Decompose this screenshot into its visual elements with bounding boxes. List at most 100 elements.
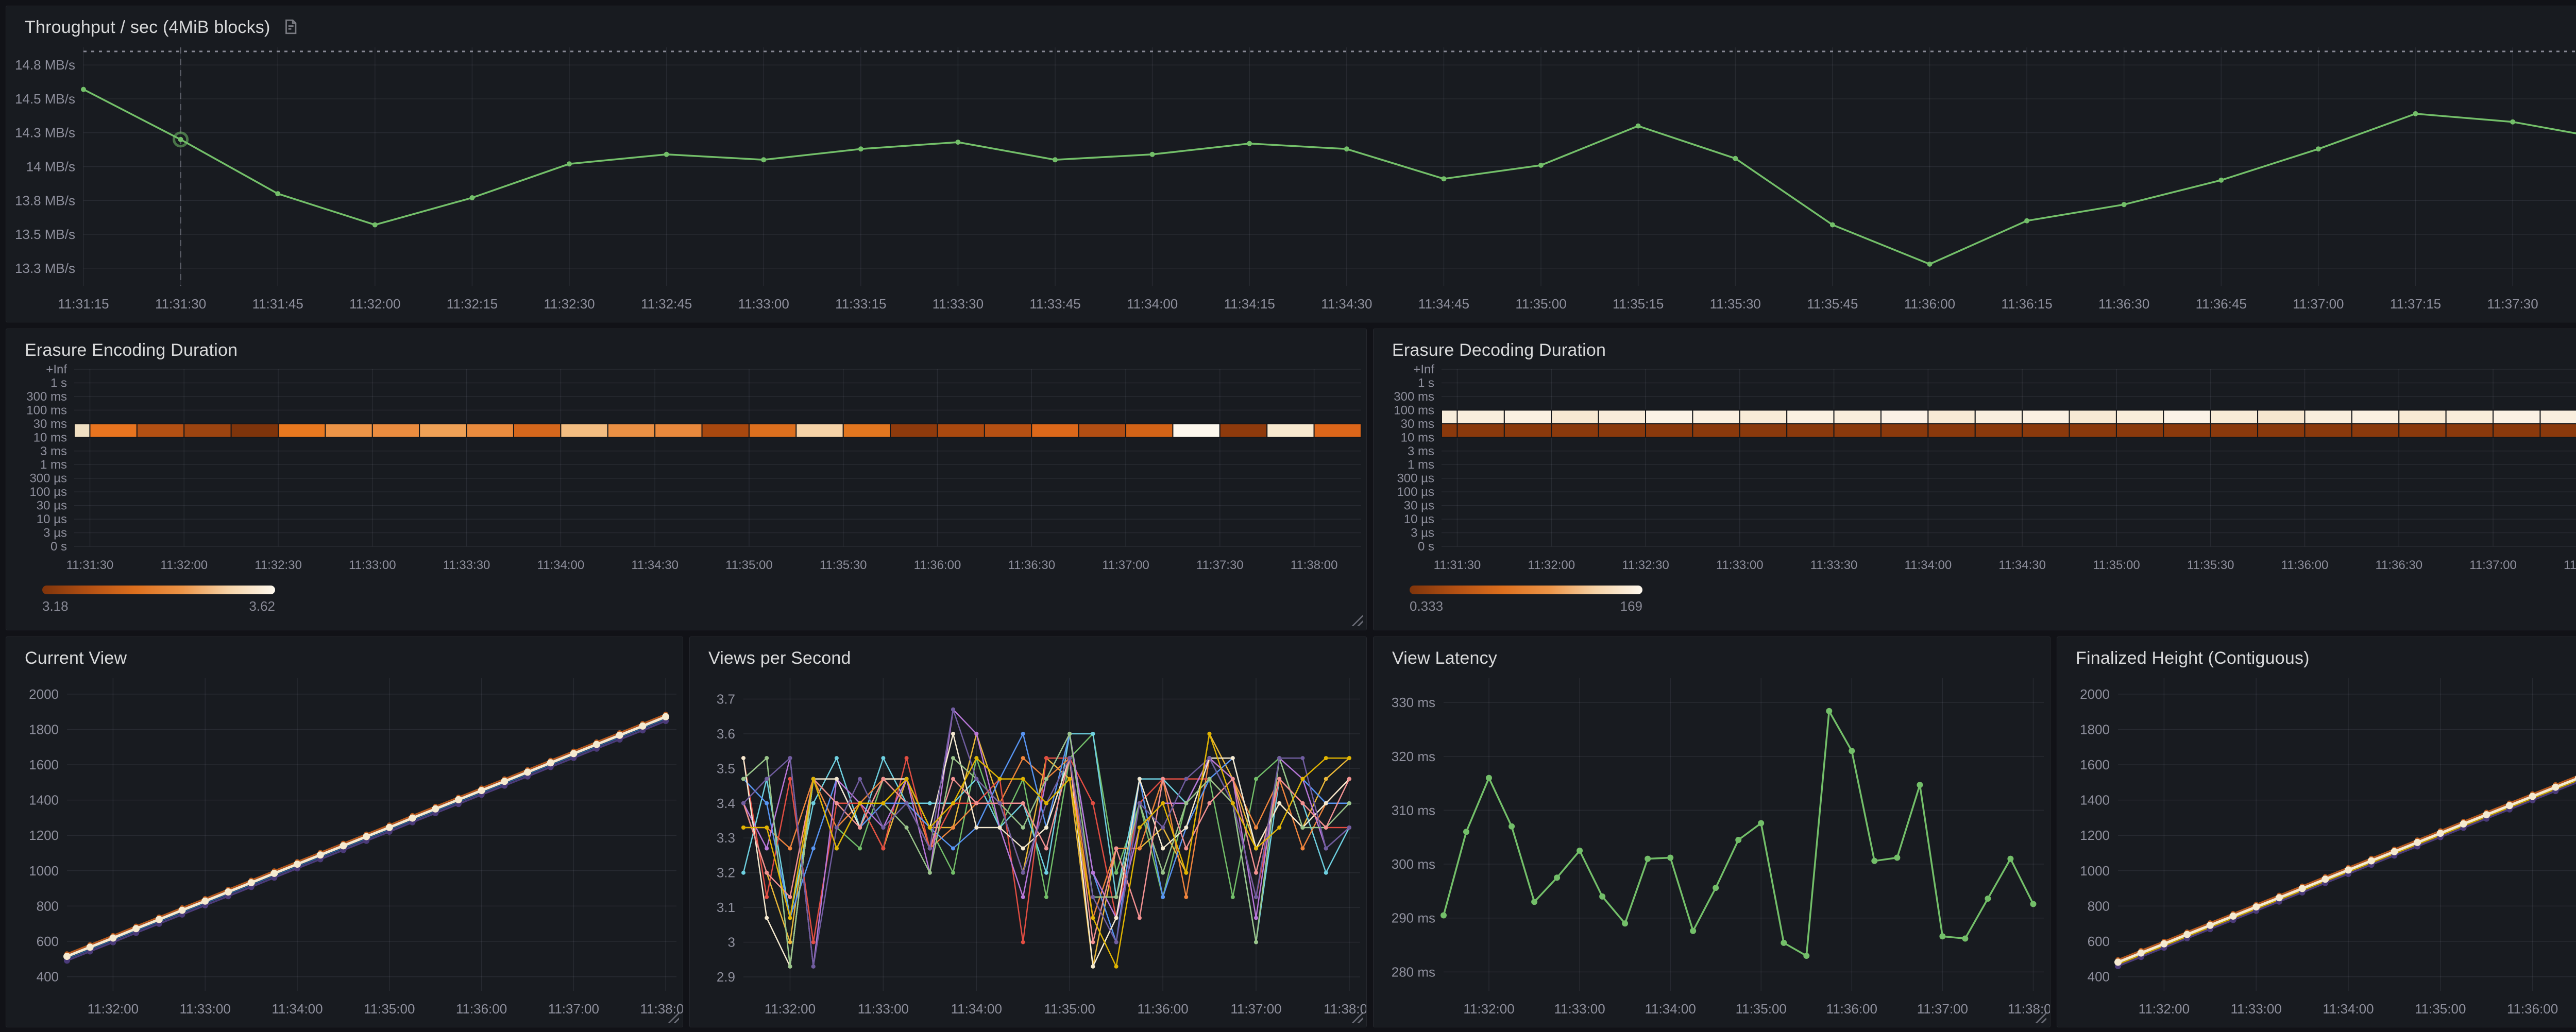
svg-text:11:32:00: 11:32:00 bbox=[160, 558, 208, 572]
svg-text:30 µs: 30 µs bbox=[1404, 499, 1434, 513]
panel-title-current-view[interactable]: Current View bbox=[25, 648, 127, 668]
svg-text:3.7: 3.7 bbox=[717, 691, 735, 707]
svg-text:11:33:15: 11:33:15 bbox=[835, 296, 886, 312]
svg-text:11:36:30: 11:36:30 bbox=[2098, 296, 2149, 312]
svg-text:11:36:30: 11:36:30 bbox=[2375, 558, 2422, 572]
panel-views-per-second: Views per Second 11:32:0011:33:0011:34:0… bbox=[689, 637, 1367, 1027]
panel-title-views-per-second[interactable]: Views per Second bbox=[708, 648, 851, 668]
svg-text:11:37:30: 11:37:30 bbox=[2564, 558, 2576, 572]
svg-text:330 ms: 330 ms bbox=[1392, 695, 1435, 710]
svg-text:3 µs: 3 µs bbox=[1411, 526, 1434, 540]
svg-text:11:37:00: 11:37:00 bbox=[1102, 558, 1149, 572]
svg-text:14 MB/s: 14 MB/s bbox=[26, 159, 75, 175]
svg-text:11:36:30: 11:36:30 bbox=[1008, 558, 1055, 572]
svg-text:11:36:00: 11:36:00 bbox=[1137, 1001, 1188, 1017]
svg-text:1200: 1200 bbox=[29, 828, 59, 843]
svg-text:14.5 MB/s: 14.5 MB/s bbox=[15, 91, 75, 107]
svg-text:10 ms: 10 ms bbox=[1401, 431, 1434, 444]
svg-text:3.1: 3.1 bbox=[717, 900, 735, 915]
svg-text:11:34:00: 11:34:00 bbox=[1127, 296, 1178, 312]
svg-text:3: 3 bbox=[728, 935, 735, 950]
svg-text:800: 800 bbox=[37, 898, 59, 914]
finalized-height-chart[interactable]: 11:32:0011:33:0011:34:0011:35:0011:36:00… bbox=[2057, 670, 2576, 1027]
svg-text:600: 600 bbox=[37, 934, 59, 949]
svg-text:11:32:30: 11:32:30 bbox=[1622, 558, 1669, 572]
svg-text:11:33:00: 11:33:00 bbox=[738, 296, 789, 312]
svg-text:13.3 MB/s: 13.3 MB/s bbox=[15, 261, 75, 276]
svg-text:11:35:00: 11:35:00 bbox=[1736, 1001, 1787, 1017]
svg-text:11:36:00: 11:36:00 bbox=[1826, 1001, 1877, 1017]
svg-text:11:32:00: 11:32:00 bbox=[88, 1001, 139, 1017]
svg-text:11:35:00: 11:35:00 bbox=[1044, 1001, 1095, 1017]
decoding-heatmap[interactable]: 11:31:3011:32:0011:32:3011:33:0011:33:30… bbox=[1374, 362, 2576, 580]
svg-text:1 ms: 1 ms bbox=[40, 458, 67, 472]
svg-text:14.3 MB/s: 14.3 MB/s bbox=[15, 125, 75, 141]
description-icon[interactable] bbox=[282, 18, 299, 39]
svg-text:11:37:00: 11:37:00 bbox=[2293, 296, 2344, 312]
svg-text:11:32:30: 11:32:30 bbox=[255, 558, 302, 572]
panel-header: View Latency bbox=[1374, 637, 2050, 670]
svg-text:11:32:00: 11:32:00 bbox=[1463, 1001, 1514, 1017]
svg-text:11:33:30: 11:33:30 bbox=[443, 558, 490, 572]
svg-text:11:36:00: 11:36:00 bbox=[1904, 296, 1955, 312]
svg-text:11:37:00: 11:37:00 bbox=[548, 1001, 599, 1017]
svg-text:100 ms: 100 ms bbox=[26, 403, 67, 417]
svg-text:11:34:30: 11:34:30 bbox=[631, 558, 679, 572]
svg-text:11:33:45: 11:33:45 bbox=[1029, 296, 1080, 312]
svg-text:11:31:45: 11:31:45 bbox=[252, 296, 303, 312]
panel-header: Views per Second bbox=[690, 637, 1366, 670]
svg-text:300 ms: 300 ms bbox=[26, 390, 67, 404]
svg-text:30 µs: 30 µs bbox=[37, 499, 67, 513]
panel-title-finalized-height[interactable]: Finalized Height (Contiguous) bbox=[2076, 648, 2310, 668]
color-scale-gradient bbox=[42, 586, 275, 594]
panel-erasure-decoding: Erasure Decoding Duration 11:31:3011:32:… bbox=[1373, 329, 2576, 630]
panel-throughput: Throughput / sec (4MiB blocks) 11:31:151… bbox=[6, 6, 2576, 322]
svg-text:11:37:30: 11:37:30 bbox=[2487, 296, 2538, 312]
svg-text:11:31:15: 11:31:15 bbox=[58, 296, 109, 312]
svg-text:11:38:00: 11:38:00 bbox=[2008, 1001, 2050, 1017]
svg-text:3 ms: 3 ms bbox=[1408, 444, 1434, 458]
svg-text:300 µs: 300 µs bbox=[29, 472, 67, 486]
svg-text:13.8 MB/s: 13.8 MB/s bbox=[15, 193, 75, 208]
svg-text:13.5 MB/s: 13.5 MB/s bbox=[15, 227, 75, 242]
svg-text:300 ms: 300 ms bbox=[1392, 856, 1435, 872]
svg-text:11:32:00: 11:32:00 bbox=[2139, 1001, 2190, 1017]
svg-text:11:38:00: 11:38:00 bbox=[1324, 1001, 1366, 1017]
svg-text:11:32:30: 11:32:30 bbox=[544, 296, 595, 312]
panel-title-throughput[interactable]: Throughput / sec (4MiB blocks) bbox=[25, 18, 270, 38]
panel-title-encoding[interactable]: Erasure Encoding Duration bbox=[25, 340, 238, 360]
panel-title-decoding[interactable]: Erasure Decoding Duration bbox=[1392, 340, 1606, 360]
svg-text:3.6: 3.6 bbox=[717, 726, 735, 742]
view-latency-chart[interactable]: 11:32:0011:33:0011:34:0011:35:0011:36:00… bbox=[1374, 670, 2050, 1027]
svg-text:11:34:30: 11:34:30 bbox=[1321, 296, 1372, 312]
legend-min: 3.18 bbox=[42, 598, 69, 614]
svg-text:11:36:00: 11:36:00 bbox=[456, 1001, 507, 1017]
panel-header: Current View bbox=[6, 637, 683, 670]
panel-title-view-latency[interactable]: View Latency bbox=[1392, 648, 1497, 668]
svg-text:400: 400 bbox=[2088, 969, 2110, 985]
svg-text:100 ms: 100 ms bbox=[1394, 403, 1434, 417]
svg-text:11:34:00: 11:34:00 bbox=[272, 1001, 323, 1017]
svg-text:11:36:15: 11:36:15 bbox=[2001, 296, 2052, 312]
current-view-chart[interactable]: 11:32:0011:33:0011:34:0011:35:0011:36:00… bbox=[6, 670, 683, 1027]
svg-text:30 ms: 30 ms bbox=[1401, 417, 1434, 431]
svg-text:11:36:00: 11:36:00 bbox=[2281, 558, 2329, 572]
svg-text:11:35:30: 11:35:30 bbox=[1710, 296, 1761, 312]
svg-text:11:35:15: 11:35:15 bbox=[1613, 296, 1664, 312]
panel-header: Erasure Encoding Duration bbox=[6, 329, 1366, 362]
svg-text:+Inf: +Inf bbox=[1413, 363, 1434, 376]
svg-text:11:32:15: 11:32:15 bbox=[447, 296, 498, 312]
svg-text:3 µs: 3 µs bbox=[43, 526, 67, 540]
svg-text:1 s: 1 s bbox=[50, 376, 67, 390]
encoding-heatmap[interactable]: 11:31:3011:32:0011:32:3011:33:0011:33:30… bbox=[6, 362, 1366, 580]
svg-text:100 µs: 100 µs bbox=[1397, 485, 1434, 499]
throughput-chart[interactable]: 11:31:1511:31:3011:31:4511:32:0011:32:15… bbox=[6, 39, 2576, 322]
svg-text:1000: 1000 bbox=[2080, 863, 2110, 879]
svg-text:11:36:00: 11:36:00 bbox=[914, 558, 961, 572]
panel-current-view: Current View 11:32:0011:33:0011:34:0011:… bbox=[6, 637, 683, 1027]
svg-text:1000: 1000 bbox=[29, 863, 59, 879]
svg-text:11:34:00: 11:34:00 bbox=[2323, 1001, 2374, 1017]
views-per-second-chart[interactable]: 11:32:0011:33:0011:34:0011:35:0011:36:00… bbox=[690, 670, 1366, 1027]
svg-text:11:37:30: 11:37:30 bbox=[1196, 558, 1244, 572]
svg-text:290 ms: 290 ms bbox=[1392, 910, 1435, 926]
